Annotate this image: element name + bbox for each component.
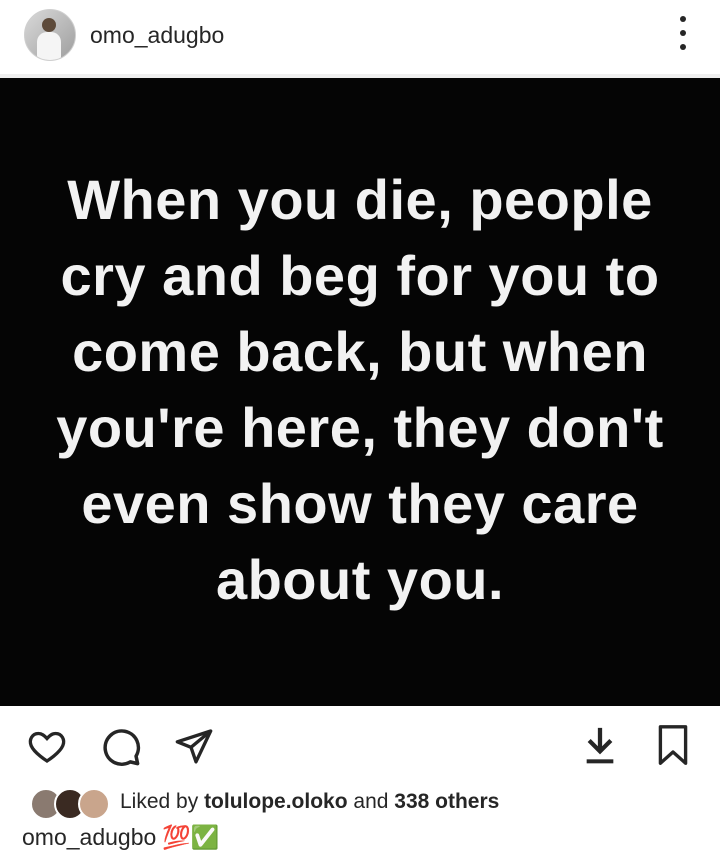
post-image[interactable]: When you die, people cry and beg for you… — [0, 78, 720, 706]
likes-joiner: and — [353, 790, 389, 813]
bookmark-icon[interactable] — [656, 724, 690, 766]
liker-avatar — [78, 788, 110, 820]
avatar-body — [37, 32, 61, 60]
liker-username[interactable]: tolulope.oloko — [204, 790, 347, 813]
avatar-head — [42, 18, 56, 32]
caption-username[interactable]: omo_adugbo — [22, 824, 156, 850]
likes-summary[interactable]: Liked by tolulope.oloko and 338 others — [120, 790, 499, 814]
post-quote-text: When you die, people cry and beg for you… — [56, 168, 664, 611]
likes-prefix: Liked by — [120, 790, 199, 813]
post-header: omo_adugbo — [0, 0, 720, 74]
likes-others[interactable]: 338 others — [394, 790, 499, 813]
avatar[interactable] — [24, 9, 76, 61]
likes-row: Liked by tolulope.oloko and 338 others — [30, 786, 710, 820]
more-vertical-icon[interactable] — [671, 16, 695, 50]
heart-icon[interactable] — [26, 726, 68, 766]
download-icon[interactable] — [584, 726, 616, 766]
post-username[interactable]: omo_adugbo — [90, 22, 224, 49]
comment-icon[interactable] — [100, 726, 142, 768]
caption-emoji: 💯✅ — [162, 824, 220, 850]
send-icon[interactable] — [173, 726, 215, 766]
liker-avatars[interactable] — [30, 786, 112, 820]
caption: omo_adugbo 💯✅ — [22, 824, 220, 851]
action-bar — [0, 706, 720, 786]
